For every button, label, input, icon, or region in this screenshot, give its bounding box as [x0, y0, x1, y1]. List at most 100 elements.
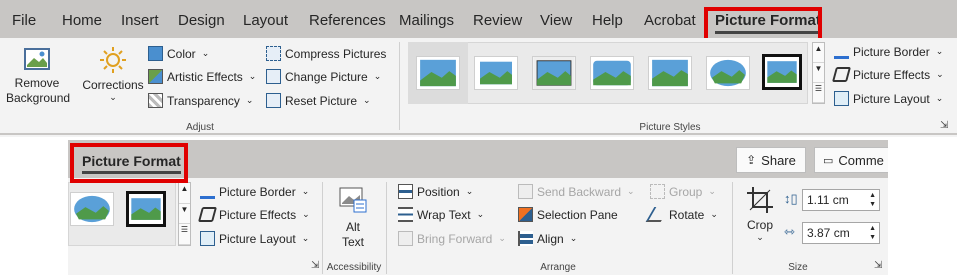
reset-picture-label: Reset Picture [285, 93, 358, 108]
remove-background-label-1: Remove [14, 76, 60, 90]
spinner-icon[interactable]: ▲ ▼ [869, 224, 876, 242]
height-icon: ↕▯ [784, 191, 798, 206]
sun-icon [100, 47, 126, 73]
chevron-down-icon: ⌄ [248, 71, 257, 81]
spinner-icon[interactable]: ▲ ▼ [869, 191, 876, 209]
tab-acrobat[interactable]: Acrobat [644, 12, 696, 29]
position-label: Position [417, 184, 460, 199]
height-input[interactable]: 1.11 cm ▲ ▼ [802, 189, 880, 211]
compress-pictures-button[interactable]: Compress Pictures [266, 46, 386, 61]
picture-layout-button[interactable]: Picture Layout ⌄ [200, 231, 309, 246]
chevron-down-icon[interactable]: ▼ [813, 63, 824, 83]
tab-help[interactable]: Help [592, 12, 623, 29]
send-backward-label: Send Backward [537, 184, 622, 199]
artistic-effects-button[interactable]: Artistic Effects ⌄ [148, 69, 256, 84]
rotate-button[interactable]: Rotate ⌄ [645, 207, 718, 222]
chevron-down-icon: ⌄ [373, 71, 382, 81]
ribbon-bottom: Picture Format ⇪ Share ▭ Comme ▲ ▼ ☰ Picture… [68, 140, 888, 275]
picture-border-button[interactable]: Picture Border ⌄ [200, 184, 309, 199]
align-icon [518, 231, 533, 246]
picture-effects-button[interactable]: Picture Effects ⌄ [197, 207, 310, 222]
picture-style-7[interactable] [126, 191, 166, 227]
picture-effects-button[interactable]: Picture Effects ⌄ [831, 67, 944, 82]
tab-view[interactable]: View [540, 12, 572, 29]
dialog-launcher-icon[interactable]: ⇲ [874, 260, 882, 271]
chevron-down-icon: ⌄ [363, 95, 371, 105]
tab-home[interactable]: Home [62, 12, 102, 29]
ribbon-top: File Home Insert Design Layout Reference… [0, 0, 957, 137]
tab-file[interactable]: File [12, 12, 36, 29]
dialog-launcher-icon[interactable]: ⇲ [940, 120, 948, 131]
gallery-scroll[interactable]: ▲ ▼ ☰ [178, 182, 191, 246]
send-backward-icon [518, 184, 533, 199]
tab-design[interactable]: Design [178, 12, 225, 29]
bring-forward-button[interactable]: Bring Forward ⌄ [398, 231, 506, 246]
tab-review[interactable]: Review [473, 12, 522, 29]
width-icon: ⇿ [784, 224, 795, 239]
reset-picture-icon [266, 93, 281, 108]
more-icon[interactable]: ☰ [813, 83, 824, 103]
gallery-scroll[interactable]: ▲ ▼ ☰ [812, 42, 825, 104]
chevron-up-icon[interactable]: ▲ [179, 183, 190, 204]
chevron-down-icon: ⌄ [245, 95, 254, 105]
align-label: Align [537, 231, 564, 246]
group-button[interactable]: Group ⌄ [650, 184, 716, 199]
compress-icon [266, 46, 281, 61]
pencil-icon [200, 184, 215, 199]
picture-style-7[interactable] [762, 54, 802, 90]
picture-style-6[interactable] [706, 56, 750, 90]
tab-references[interactable]: References [309, 12, 386, 29]
corrections-button[interactable]: Corrections ⌄ [80, 46, 146, 118]
tab-insert[interactable]: Insert [121, 12, 159, 29]
group-divider [399, 42, 400, 130]
group-label-size: Size [788, 262, 808, 273]
picture-style-4[interactable] [590, 56, 634, 90]
position-button[interactable]: Position ⌄ [398, 184, 473, 199]
effects-icon [197, 207, 218, 222]
selection-pane-label: Selection Pane [537, 207, 618, 222]
share-button[interactable]: ⇪ Share [736, 147, 806, 173]
transparency-icon [148, 93, 163, 108]
highlight-box [70, 143, 188, 183]
comment-icon: ▭ [823, 154, 834, 167]
picture-style-5[interactable] [648, 56, 692, 90]
rotate-icon [645, 207, 670, 222]
ribbon-panel: ▲ ▼ ☰ Picture Border ⌄ Picture Effects ⌄ Pic… [68, 178, 888, 275]
position-icon [398, 184, 413, 199]
width-input[interactable]: 3.87 cm ▲ ▼ [802, 222, 880, 244]
crop-button[interactable]: Crop ⌄ [742, 186, 778, 243]
chevron-up-icon[interactable]: ▲ [813, 43, 824, 63]
chevron-down-icon: ⌄ [627, 186, 635, 196]
alt-text-button[interactable]: Alt Text [328, 186, 378, 250]
picture-border-button[interactable]: Picture Border ⌄ [834, 44, 943, 59]
picture-style-6[interactable] [70, 192, 114, 226]
artistic-effects-icon [148, 69, 163, 84]
wrap-text-button[interactable]: Wrap Text ⌄ [398, 207, 484, 222]
picture-style-1[interactable] [416, 56, 460, 90]
chevron-down-icon: ⌄ [569, 233, 578, 243]
align-button[interactable]: Align ⌄ [518, 231, 577, 246]
group-divider [322, 182, 323, 274]
tab-layout[interactable]: Layout [243, 12, 288, 29]
picture-layout-button[interactable]: Picture Layout ⌄ [834, 91, 943, 106]
send-backward-button[interactable]: Send Backward ⌄ [518, 184, 635, 199]
picture-style-2[interactable] [474, 56, 518, 90]
chevron-down-icon[interactable]: ▼ [179, 204, 190, 225]
width-value: 3.87 cm [807, 226, 850, 240]
comments-label: Comme [838, 152, 884, 168]
dialog-launcher-icon[interactable]: ⇲ [311, 260, 319, 271]
share-icon: ⇪ [746, 153, 757, 167]
change-picture-button[interactable]: Change Picture ⌄ [266, 69, 381, 84]
remove-background-button[interactable]: Remove Background [6, 46, 70, 114]
layout-icon [834, 91, 849, 106]
color-button[interactable]: Color ⌄ [148, 46, 209, 61]
comments-button[interactable]: ▭ Comme [814, 147, 888, 173]
tab-mailings[interactable]: Mailings [399, 12, 454, 29]
reset-picture-button[interactable]: Reset Picture ⌄ [266, 93, 371, 108]
artistic-effects-label: Artistic Effects [167, 69, 243, 84]
chevron-down-icon: ⌄ [476, 209, 485, 219]
transparency-button[interactable]: Transparency ⌄ [148, 93, 253, 108]
picture-style-3[interactable] [532, 56, 576, 90]
selection-pane-button[interactable]: Selection Pane [518, 207, 618, 222]
more-icon[interactable]: ☰ [179, 224, 190, 245]
